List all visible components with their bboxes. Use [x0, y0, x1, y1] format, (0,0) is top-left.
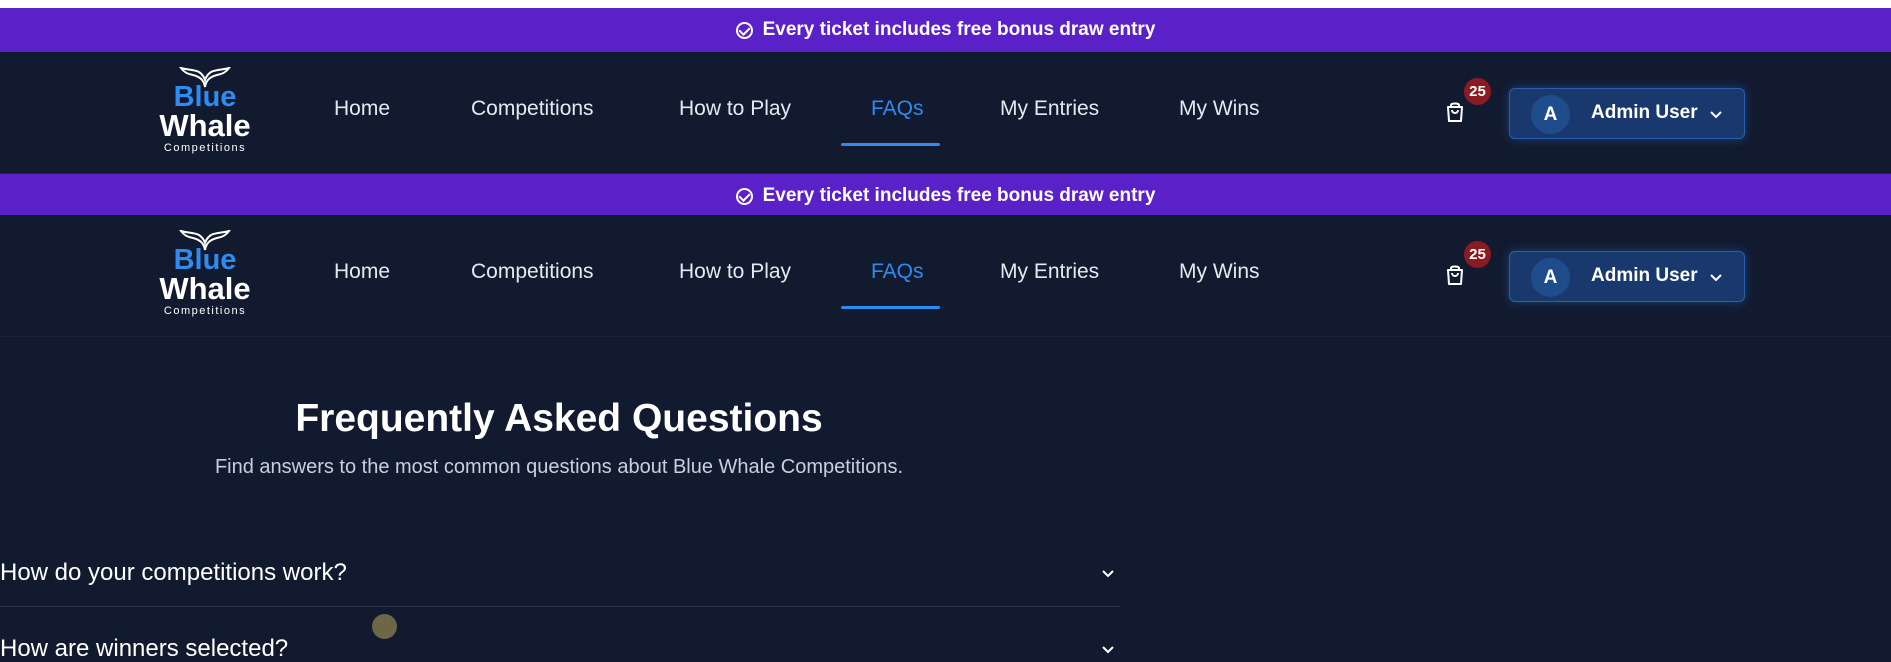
promo-banner-text: Every ticket includes free bonus draw en…	[762, 185, 1156, 206]
promo-banner: Every ticket includes free bonus draw en…	[0, 8, 1891, 52]
page-top-edge	[0, 0, 1891, 8]
nav-competitions[interactable]: Competitions	[471, 259, 594, 285]
page-subtitle: Find answers to the most common question…	[214, 456, 904, 478]
site-logo[interactable]: Blue Whale Competitions	[150, 227, 260, 323]
main-navbar: Blue Whale Competitions Home Competition…	[0, 52, 1891, 174]
chevron-down-icon	[1710, 274, 1722, 282]
user-menu-button[interactable]: A Admin User	[1509, 88, 1745, 139]
avatar: A	[1531, 258, 1570, 297]
chevron-down-icon	[1710, 111, 1722, 119]
nav-my-wins[interactable]: My Wins	[1179, 259, 1260, 285]
user-name: Admin User	[1591, 102, 1698, 123]
nav-how-to-play[interactable]: How to Play	[679, 259, 791, 285]
nav-my-wins[interactable]: My Wins	[1179, 96, 1260, 122]
nav-active-underline	[841, 143, 940, 146]
avatar: A	[1531, 95, 1570, 134]
shopping-bag-icon[interactable]	[1443, 263, 1467, 287]
nav-how-to-play[interactable]: How to Play	[679, 96, 791, 122]
nav-faqs[interactable]: FAQs	[871, 96, 924, 122]
nav-home[interactable]: Home	[334, 259, 390, 285]
nav-competitions[interactable]: Competitions	[471, 96, 594, 122]
user-menu-button[interactable]: A Admin User	[1509, 251, 1745, 302]
page-title: Frequently Asked Questions	[295, 397, 823, 440]
logo-text-whale: Whale	[159, 271, 251, 306]
nav-my-entries[interactable]: My Entries	[1000, 96, 1099, 122]
faq-question[interactable]: How are winners selected?	[0, 616, 1120, 662]
faq-question-text: How are winners selected?	[0, 635, 289, 662]
cart-count-badge: 25	[1464, 78, 1491, 105]
check-circle-icon	[735, 21, 753, 39]
faq-divider	[0, 606, 1120, 607]
check-circle-icon	[735, 187, 753, 205]
cart-count-badge: 25	[1464, 241, 1491, 268]
logo-text-competitions: Competitions	[163, 142, 247, 154]
site-logo[interactable]: Blue Whale Competitions	[150, 64, 260, 160]
logo-text-whale: Whale	[159, 108, 251, 143]
nav-faqs[interactable]: FAQs	[871, 259, 924, 285]
chevron-down-icon	[1102, 570, 1114, 578]
faq-question[interactable]: How do your competitions work?	[0, 540, 1120, 602]
mouse-cursor-indicator	[372, 614, 397, 639]
nav-my-entries[interactable]: My Entries	[1000, 259, 1099, 285]
chevron-down-icon	[1102, 646, 1114, 654]
promo-banner: Every ticket includes free bonus draw en…	[0, 174, 1891, 218]
logo-text-competitions: Competitions	[163, 305, 247, 317]
nav-active-underline	[841, 306, 940, 309]
shopping-bag-icon[interactable]	[1443, 100, 1467, 124]
nav-home[interactable]: Home	[334, 96, 390, 122]
main-navbar: Blue Whale Competitions Home Competition…	[0, 215, 1891, 337]
faq-question-text: How do your competitions work?	[0, 559, 347, 586]
promo-banner-text: Every ticket includes free bonus draw en…	[762, 19, 1156, 40]
user-name: Admin User	[1591, 265, 1698, 286]
